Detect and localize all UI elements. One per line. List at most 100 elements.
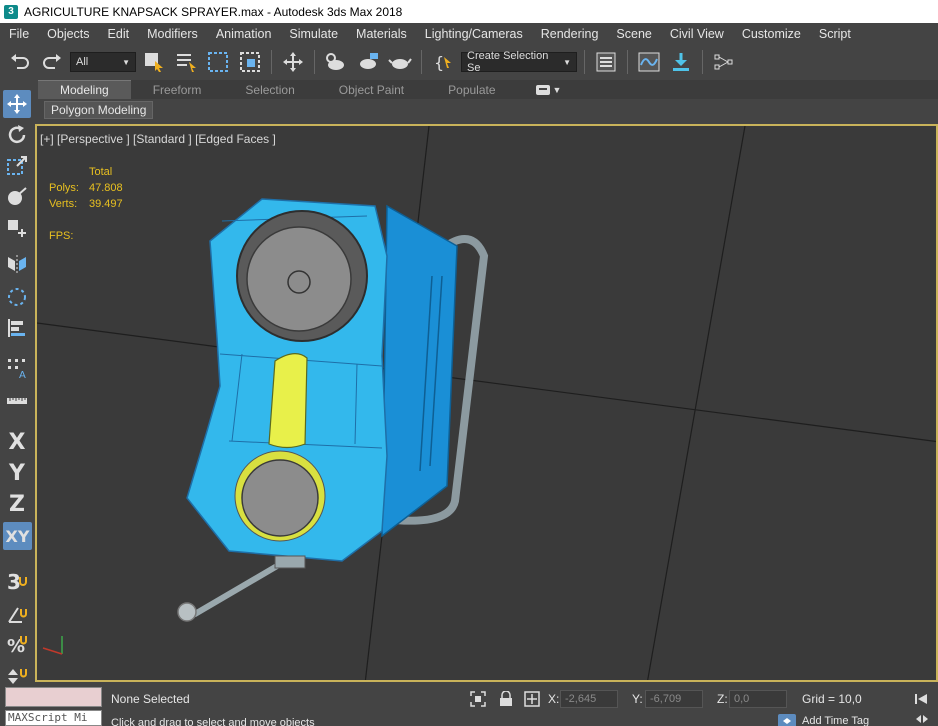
key-nav-button[interactable] (913, 710, 931, 726)
scene-statistics: Total Polys: 47.808 Verts: 39.497 FPS: (49, 164, 123, 244)
tank-lid-cap (287, 270, 311, 294)
menu-customize[interactable]: Customize (733, 27, 810, 41)
polygon-modeling-panel[interactable]: Polygon Modeling (44, 100, 154, 119)
menu-materials[interactable]: Materials (347, 27, 416, 41)
menu-animation[interactable]: Animation (207, 27, 281, 41)
chevron-down-icon: ▼ (122, 57, 130, 67)
braces-icon: { (434, 53, 451, 72)
absolute-mode-button[interactable] (523, 690, 541, 708)
array-tool-button[interactable] (3, 283, 31, 311)
edit-named-selection-button[interactable]: { (429, 48, 457, 76)
maxscript-listener-input[interactable]: MAXScript Mi (5, 710, 102, 726)
rotate-tool-button[interactable] (3, 121, 31, 149)
angle-snap-button[interactable] (3, 600, 31, 628)
constrain-y-button[interactable]: Y (3, 459, 31, 487)
menu-modifiers[interactable]: Modifiers (138, 27, 207, 41)
curve-editor-button[interactable] (635, 48, 663, 76)
download-arrow-icon (673, 53, 689, 71)
toolbar-divider (271, 50, 272, 74)
isolate-icon (470, 691, 486, 707)
perspective-viewport[interactable]: [+] [Perspective ] [Standard ] [Edged Fa… (35, 124, 938, 682)
window-crossing-icon (240, 52, 260, 72)
title-bar: 3 AGRICULTURE KNAPSACK SPRAYER.max - Aut… (0, 0, 938, 23)
selection-filter-dropdown[interactable]: All ▼ (70, 52, 136, 72)
material-editor-button[interactable] (710, 48, 738, 76)
menu-lighting-cameras[interactable]: Lighting/Cameras (416, 27, 532, 41)
constrain-x-button[interactable]: X (3, 428, 31, 456)
selection-lock-button[interactable] (497, 690, 515, 708)
constrain-xy-button[interactable]: XY (3, 522, 32, 550)
menu-simulate[interactable]: Simulate (280, 27, 347, 41)
select-by-name-button[interactable] (172, 48, 200, 76)
go-to-start-icon (915, 694, 927, 704)
ribbon-panel: Polygon Modeling (38, 99, 938, 120)
percent-snap-button[interactable]: % (3, 631, 31, 659)
node-graph-icon (714, 54, 733, 70)
viewport-label[interactable]: [+] [Perspective ] [Standard ] [Edged Fa… (40, 132, 276, 146)
named-selection-set-dropdown[interactable]: Create Selection Se ▼ (461, 50, 577, 74)
scale-tool-button[interactable] (3, 152, 31, 180)
constrain-z-button[interactable]: Z (3, 490, 31, 518)
svg-text:{: { (434, 53, 444, 72)
teapot-gear-icon (326, 53, 344, 70)
rendered-frame-window-button[interactable] (354, 48, 382, 76)
pivot-tool-button[interactable] (3, 214, 31, 242)
axis-y-label: Y (9, 460, 25, 486)
window-crossing-button[interactable] (236, 48, 264, 76)
isolate-selection-button[interactable] (469, 690, 487, 708)
undo-button[interactable] (6, 48, 34, 76)
rotate-icon (8, 125, 26, 144)
place-tool-button[interactable] (3, 183, 31, 211)
menu-file[interactable]: File (0, 27, 38, 41)
measure-tool-button[interactable] (3, 386, 31, 414)
maxscript-output[interactable] (5, 687, 102, 707)
stats-header: Total (89, 166, 113, 178)
tab-freeform[interactable]: Freeform (131, 80, 224, 99)
z-coord-label: Z: (717, 692, 728, 706)
selection-filter-value: All (76, 56, 89, 68)
layer-explorer-button[interactable] (592, 48, 620, 76)
align-tool-button[interactable] (3, 314, 31, 342)
ribbon-options-button[interactable]: ▼ (535, 84, 561, 95)
transform-mode-icon (524, 691, 540, 707)
tab-object-paint[interactable]: Object Paint (317, 80, 426, 99)
x-coord-field[interactable]: -2,645 (560, 690, 618, 708)
tab-populate[interactable]: Populate (426, 80, 517, 99)
menu-edit[interactable]: Edit (99, 27, 139, 41)
mirror-icon (8, 255, 26, 273)
grid-size: Grid = 10,0 (802, 692, 862, 706)
select-object-button[interactable] (140, 48, 168, 76)
menu-scene[interactable]: Scene (607, 27, 660, 41)
z-coord-field[interactable]: 0,0 (729, 690, 787, 708)
spacing-tool-button[interactable]: A (3, 354, 31, 382)
viewport-grid (37, 126, 936, 680)
tab-modeling[interactable]: Modeling (38, 80, 131, 99)
mirror-tool-button[interactable] (3, 250, 31, 278)
rectangular-selection-button[interactable] (204, 48, 232, 76)
y-coord-field[interactable]: -6,709 (645, 690, 703, 708)
teapot-window-icon (360, 53, 378, 69)
move-tool-button[interactable] (3, 90, 31, 118)
tab-selection[interactable]: Selection (223, 80, 316, 99)
render-setup-button[interactable] (322, 48, 350, 76)
pivot-icon (8, 220, 26, 237)
render-production-button[interactable] (386, 48, 414, 76)
menu-rendering[interactable]: Rendering (532, 27, 608, 41)
undo-icon (11, 54, 29, 69)
menu-civil-view[interactable]: Civil View (661, 27, 733, 41)
selection-status: None Selected (111, 692, 190, 706)
menu-objects[interactable]: Objects (38, 27, 98, 41)
snap-toggle-button[interactable]: 3 (3, 568, 31, 596)
menu-script[interactable]: Script (810, 27, 860, 41)
add-time-tag-button[interactable]: Add Time Tag (778, 714, 869, 726)
rectangle-selection-icon (208, 52, 228, 72)
redo-button[interactable] (38, 48, 66, 76)
select-and-move-button[interactable] (279, 48, 307, 76)
svg-text:A: A (19, 370, 26, 379)
verts-label: Verts: (49, 198, 78, 210)
schematic-view-button[interactable] (667, 48, 695, 76)
go-to-start-button[interactable] (912, 690, 930, 708)
menu-bar: File Objects Edit Modifiers Animation Si… (0, 23, 938, 45)
chevrons-icon (916, 715, 928, 723)
ruler-icon (7, 398, 27, 404)
